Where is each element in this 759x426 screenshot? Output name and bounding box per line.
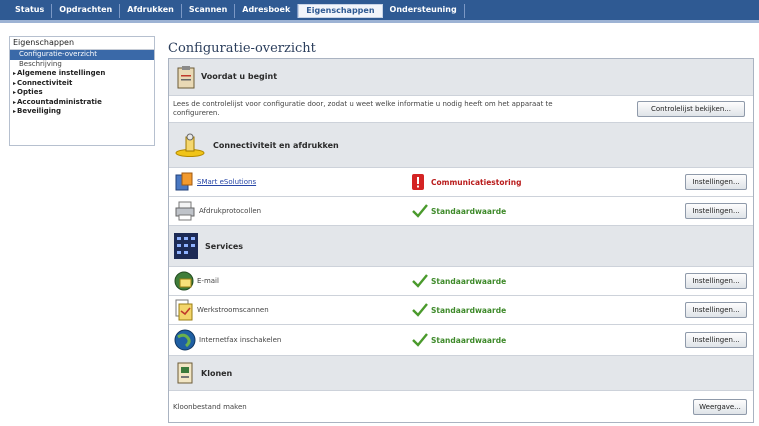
sidebar-item-opties[interactable]: ▸Opties bbox=[10, 88, 154, 98]
workflow-scanning-settings-button[interactable]: Instellingen... bbox=[685, 302, 747, 318]
clone-row: Kloonbestand maken Weergave... bbox=[169, 391, 753, 422]
list-item-workflow-scanning: Werkstroomscannen Standaardwaarde Instel… bbox=[169, 296, 753, 325]
workflow-scanning-label: Werkstroomscannen bbox=[197, 306, 269, 314]
smart-esolutions-link[interactable]: SMart eSolutions bbox=[197, 178, 256, 186]
tab-ondersteuning[interactable]: Ondersteuning bbox=[383, 4, 465, 18]
sidebar-item-beveiliging[interactable]: ▸Beveiliging bbox=[10, 107, 154, 117]
status-default: Standaardwaarde bbox=[431, 207, 507, 216]
section-title-start: Voordat u begint bbox=[201, 72, 278, 81]
internet-fax-label: Internetfax inschakelen bbox=[199, 336, 282, 344]
sidebar-item-label: Opties bbox=[17, 88, 43, 96]
tab-status[interactable]: Status bbox=[8, 4, 53, 18]
list-item-internet-fax: Internetfax inschakelen Standaardwaarde … bbox=[169, 325, 753, 356]
section-title-connectivity: Connectiviteit en afdrukken bbox=[213, 141, 339, 150]
configuration-panel: Voordat u begint Lees de controlelijst v… bbox=[168, 58, 754, 423]
section-header-services: Services bbox=[169, 226, 753, 267]
smart-esolutions-icon bbox=[175, 172, 193, 191]
smart-esolutions-settings-button[interactable]: Instellingen... bbox=[685, 174, 747, 190]
sidebar: Eigenschappen Configuratie-overzicht Bes… bbox=[9, 36, 155, 146]
list-item-smart-esolutions: SMart eSolutions Communicatiestoring Ins… bbox=[169, 168, 753, 197]
status-communication-error: Communicatiestoring bbox=[431, 178, 522, 187]
sidebar-item-beschrijving[interactable]: Beschrijving bbox=[10, 60, 154, 70]
section-header-clone: Klonen bbox=[169, 356, 753, 391]
sidebar-item-label: Connectiviteit bbox=[17, 78, 73, 87]
view-checklist-button[interactable]: Controlelijst bekijken... bbox=[637, 101, 745, 117]
email-icon bbox=[174, 271, 194, 291]
sidebar-item-connectiviteit[interactable]: ▸Connectiviteit bbox=[10, 79, 154, 89]
section-title-clone: Klonen bbox=[201, 369, 233, 378]
status-default: Standaardwaarde bbox=[431, 277, 507, 286]
start-description: Lees de controlelijst voor configuratie … bbox=[173, 100, 553, 117]
page-title: Configuratie-overzicht bbox=[168, 41, 316, 56]
internet-fax-settings-button[interactable]: Instellingen... bbox=[685, 332, 747, 348]
clipboard-icon bbox=[177, 66, 195, 89]
checkmark-icon bbox=[412, 274, 428, 288]
printer-icon bbox=[175, 201, 195, 221]
tab-afdrukken[interactable]: Afdrukken bbox=[120, 4, 182, 18]
print-protocols-label: Afdrukprotocollen bbox=[199, 207, 262, 215]
tab-adresboek[interactable]: Adresboek bbox=[235, 4, 299, 18]
tab-opdrachten[interactable]: Opdrachten bbox=[52, 4, 121, 18]
checkmark-icon bbox=[412, 303, 428, 317]
clone-icon bbox=[177, 362, 193, 384]
section-header-connectivity: Connectiviteit en afdrukken bbox=[169, 123, 753, 168]
create-clone-file-label: Kloonbestand maken bbox=[173, 403, 247, 411]
internet-fax-icon bbox=[174, 329, 196, 351]
checkmark-icon bbox=[412, 333, 428, 347]
tab-eigenschappen[interactable]: Eigenschappen bbox=[298, 4, 383, 18]
workflow-scan-icon bbox=[175, 299, 193, 321]
sidebar-header: Eigenschappen bbox=[10, 37, 154, 50]
network-printer-icon bbox=[175, 133, 205, 157]
status-default: Standaardwaarde bbox=[431, 336, 507, 345]
list-item-email: E-mail Standaardwaarde Instellingen... bbox=[169, 267, 753, 296]
tab-scannen[interactable]: Scannen bbox=[182, 4, 236, 18]
top-navigation: Status Opdrachten Afdrukken Scannen Adre… bbox=[0, 0, 759, 23]
sidebar-item-algemene-instellingen[interactable]: ▸Algemene instellingen bbox=[10, 69, 154, 79]
print-protocols-settings-button[interactable]: Instellingen... bbox=[685, 203, 747, 219]
email-settings-button[interactable]: Instellingen... bbox=[685, 273, 747, 289]
section-header-start: Voordat u begint bbox=[169, 59, 753, 96]
services-grid-icon bbox=[174, 233, 198, 259]
sidebar-item-label: Beveiliging bbox=[17, 107, 61, 115]
section-title-services: Services bbox=[205, 242, 244, 251]
status-default: Standaardwaarde bbox=[431, 306, 507, 315]
list-item-print-protocols: Afdrukprotocollen Standaardwaarde Instel… bbox=[169, 197, 753, 226]
checkmark-icon bbox=[412, 204, 428, 218]
error-icon bbox=[412, 174, 424, 190]
sidebar-item-label: Algemene instellingen bbox=[17, 69, 106, 77]
sidebar-item-label: Accountadministratie bbox=[17, 97, 102, 106]
sidebar-item-accountadministratie[interactable]: ▸Accountadministratie bbox=[10, 98, 154, 108]
email-label: E-mail bbox=[197, 277, 219, 285]
start-row: Lees de controlelijst voor configuratie … bbox=[169, 96, 753, 123]
sidebar-item-configuratie-overzicht[interactable]: Configuratie-overzicht bbox=[10, 50, 154, 60]
view-clone-button[interactable]: Weergave... bbox=[693, 399, 747, 415]
